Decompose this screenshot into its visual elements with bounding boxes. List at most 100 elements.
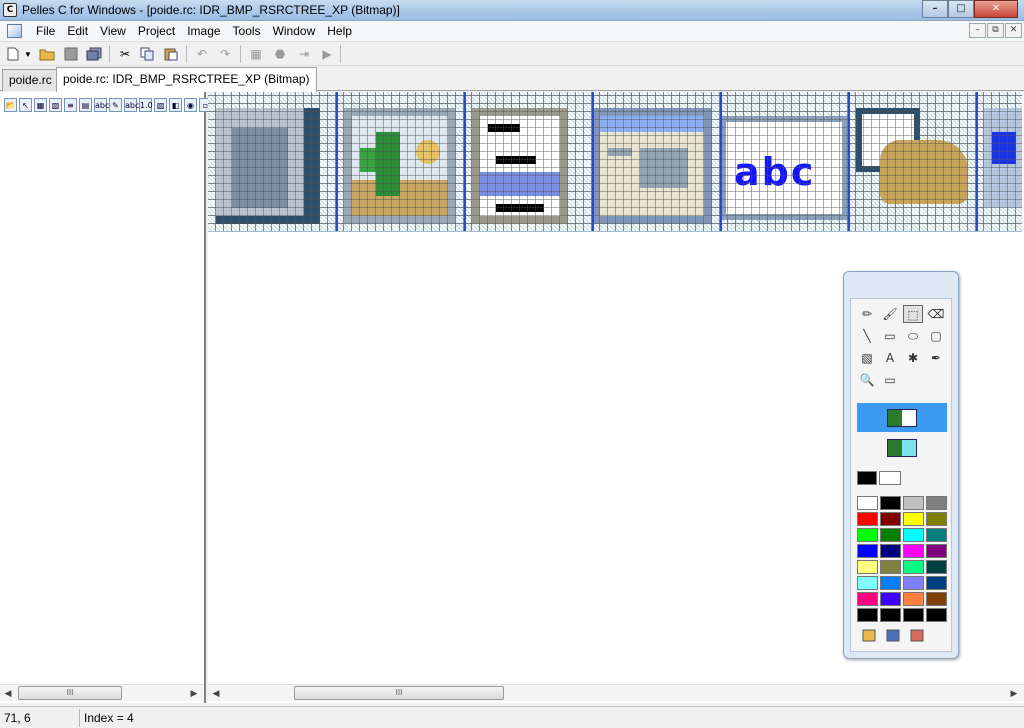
copy-icon[interactable] xyxy=(138,45,156,63)
dropdown-icon[interactable]: ▼ xyxy=(22,45,34,63)
palette-color-swatch[interactable] xyxy=(926,528,947,542)
zoom-tool-icon[interactable]: 🔍 xyxy=(857,371,877,389)
palette-color-swatch[interactable] xyxy=(903,592,924,606)
palette-color-swatch[interactable] xyxy=(857,560,878,574)
line-tool-icon[interactable]: ╲ xyxy=(857,327,877,345)
tool-palette[interactable]: ✏ 🖌 ⬚ ⌫ ╲ ▭ ⬭ ▢ ▧ A ✱ ✒ 🔍 ▭ xyxy=(843,271,959,659)
accelerator-icon[interactable]: ✎ xyxy=(109,98,122,112)
save-icon[interactable] xyxy=(62,45,80,63)
cursor-icon[interactable]: ↖ xyxy=(19,98,32,112)
rounded-rect-tool-icon[interactable]: ▢ xyxy=(926,327,946,345)
image-icon[interactable]: ▧ xyxy=(49,98,62,112)
menu-image[interactable]: Image xyxy=(181,24,226,38)
palette-color-swatch[interactable] xyxy=(926,512,947,526)
open-icon[interactable] xyxy=(38,45,56,63)
palette-color-swatch[interactable] xyxy=(903,544,924,558)
undo-icon[interactable]: ↶ xyxy=(193,45,211,63)
palette-color-swatch[interactable] xyxy=(857,512,878,526)
text-tool-icon[interactable]: A xyxy=(880,349,900,367)
palette-color-swatch[interactable] xyxy=(926,608,947,622)
new-icon[interactable] xyxy=(4,45,22,63)
scroll-left-arrow-icon[interactable]: ◀ xyxy=(0,685,16,701)
save-all-icon[interactable] xyxy=(85,45,103,63)
ellipse-tool-icon[interactable]: ⬭ xyxy=(903,327,923,345)
palette-color-swatch[interactable] xyxy=(857,576,878,590)
paste-icon[interactable] xyxy=(162,45,180,63)
palette-color-swatch[interactable] xyxy=(903,496,924,510)
string-table-icon[interactable]: abc xyxy=(94,98,109,112)
open-palette-icon[interactable] xyxy=(859,629,879,647)
stop-icon[interactable]: ⬣ xyxy=(271,45,289,63)
version-icon[interactable]: 1.0 xyxy=(139,98,153,112)
tab-poide-rc[interactable]: poide.rc xyxy=(2,69,59,91)
palette-color-swatch[interactable] xyxy=(857,592,878,606)
rectangle-tool-icon[interactable]: ▭ xyxy=(880,327,900,345)
palette-color-swatch[interactable] xyxy=(880,528,901,542)
palette-color-swatch[interactable] xyxy=(880,496,901,510)
palette-color-swatch[interactable] xyxy=(926,576,947,590)
palette-color-swatch[interactable] xyxy=(903,608,924,622)
foreground-color-swatch[interactable] xyxy=(857,471,877,485)
palette-color-swatch[interactable] xyxy=(903,512,924,526)
save-palette-icon[interactable] xyxy=(883,629,903,647)
palette-color-swatch[interactable] xyxy=(926,560,947,574)
palette-color-swatch[interactable] xyxy=(880,576,901,590)
palette-color-swatch[interactable] xyxy=(880,544,901,558)
menu-project[interactable]: Project xyxy=(132,24,181,38)
mdi-restore-button[interactable]: ⧉ xyxy=(987,23,1004,38)
canvas-scroll-thumb[interactable]: III xyxy=(294,686,504,700)
rcdata-icon[interactable]: ◉ xyxy=(184,98,197,112)
palette-color-swatch[interactable] xyxy=(926,544,947,558)
dialog-icon[interactable]: ▤ xyxy=(79,98,92,112)
toolbar-resource-icon[interactable]: ◧ xyxy=(169,98,182,112)
palette-color-swatch[interactable] xyxy=(880,608,901,622)
menu-icon[interactable]: ≡ xyxy=(64,98,77,112)
menu-view[interactable]: View xyxy=(94,24,132,38)
run-icon[interactable]: ▶ xyxy=(318,45,336,63)
brush-tool-icon[interactable]: 🖌 xyxy=(880,305,900,323)
menu-file[interactable]: File xyxy=(30,24,61,38)
palette-color-swatch[interactable] xyxy=(926,496,947,510)
palette-color-swatch[interactable] xyxy=(857,496,878,510)
bitmap-icon[interactable]: ▦ xyxy=(34,98,47,112)
color-picker-tool-icon[interactable]: ✒ xyxy=(926,349,946,367)
hotspot-tool-icon[interactable]: ✱ xyxy=(903,349,923,367)
stringtable-abc-icon[interactable]: abc xyxy=(124,98,139,112)
select-tool-icon[interactable]: ⬚ xyxy=(903,305,923,323)
background-color-swatch[interactable] xyxy=(879,471,901,485)
palette-color-swatch[interactable] xyxy=(903,576,924,590)
debug-icon[interactable]: ⇥ xyxy=(295,45,313,63)
transparent-mode-option[interactable] xyxy=(857,433,947,462)
tab-bitmap-editor[interactable]: poide.rc: IDR_BMP_RSRCTREE_XP (Bitmap) xyxy=(56,67,317,92)
menu-tools[interactable]: Tools xyxy=(227,24,267,38)
palette-color-swatch[interactable] xyxy=(880,512,901,526)
close-button[interactable]: ✕ xyxy=(974,0,1018,18)
menu-help[interactable]: Help xyxy=(321,24,358,38)
folder-open-icon[interactable]: 📂 xyxy=(4,98,17,112)
palette-color-swatch[interactable] xyxy=(880,560,901,574)
canvas-scroll-left-arrow-icon[interactable]: ◀ xyxy=(208,685,224,701)
build-icon[interactable]: ▦ xyxy=(247,45,265,63)
palette-color-swatch[interactable] xyxy=(857,528,878,542)
eraser-tool-icon[interactable]: ⌫ xyxy=(926,305,946,323)
palette-color-swatch[interactable] xyxy=(857,544,878,558)
default-palette-icon[interactable] xyxy=(907,629,927,647)
palette-color-swatch[interactable] xyxy=(857,608,878,622)
fill-tool-icon[interactable]: ▧ xyxy=(857,349,877,367)
scroll-right-arrow-icon[interactable]: ▶ xyxy=(186,685,202,701)
mdi-minimize-button[interactable]: – xyxy=(969,23,986,38)
menu-edit[interactable]: Edit xyxy=(61,24,94,38)
palette-color-swatch[interactable] xyxy=(903,528,924,542)
document-icon[interactable] xyxy=(7,24,22,38)
palette-color-swatch[interactable] xyxy=(926,592,947,606)
pencil-tool-icon[interactable]: ✏ xyxy=(857,305,877,323)
minimize-button[interactable]: – xyxy=(922,0,948,18)
opaque-mode-option[interactable] xyxy=(857,403,947,432)
rect-select-tool-icon[interactable]: ▭ xyxy=(880,371,900,389)
manifest-icon[interactable]: ▨ xyxy=(154,98,167,112)
canvas-horizontal-scrollbar[interactable]: ◀ III ▶ xyxy=(208,684,1024,701)
menu-window[interactable]: Window xyxy=(267,24,322,38)
canvas-scroll-right-arrow-icon[interactable]: ▶ xyxy=(1006,685,1022,701)
maximize-button[interactable]: □ xyxy=(948,0,974,18)
scroll-thumb[interactable]: III xyxy=(18,686,122,700)
